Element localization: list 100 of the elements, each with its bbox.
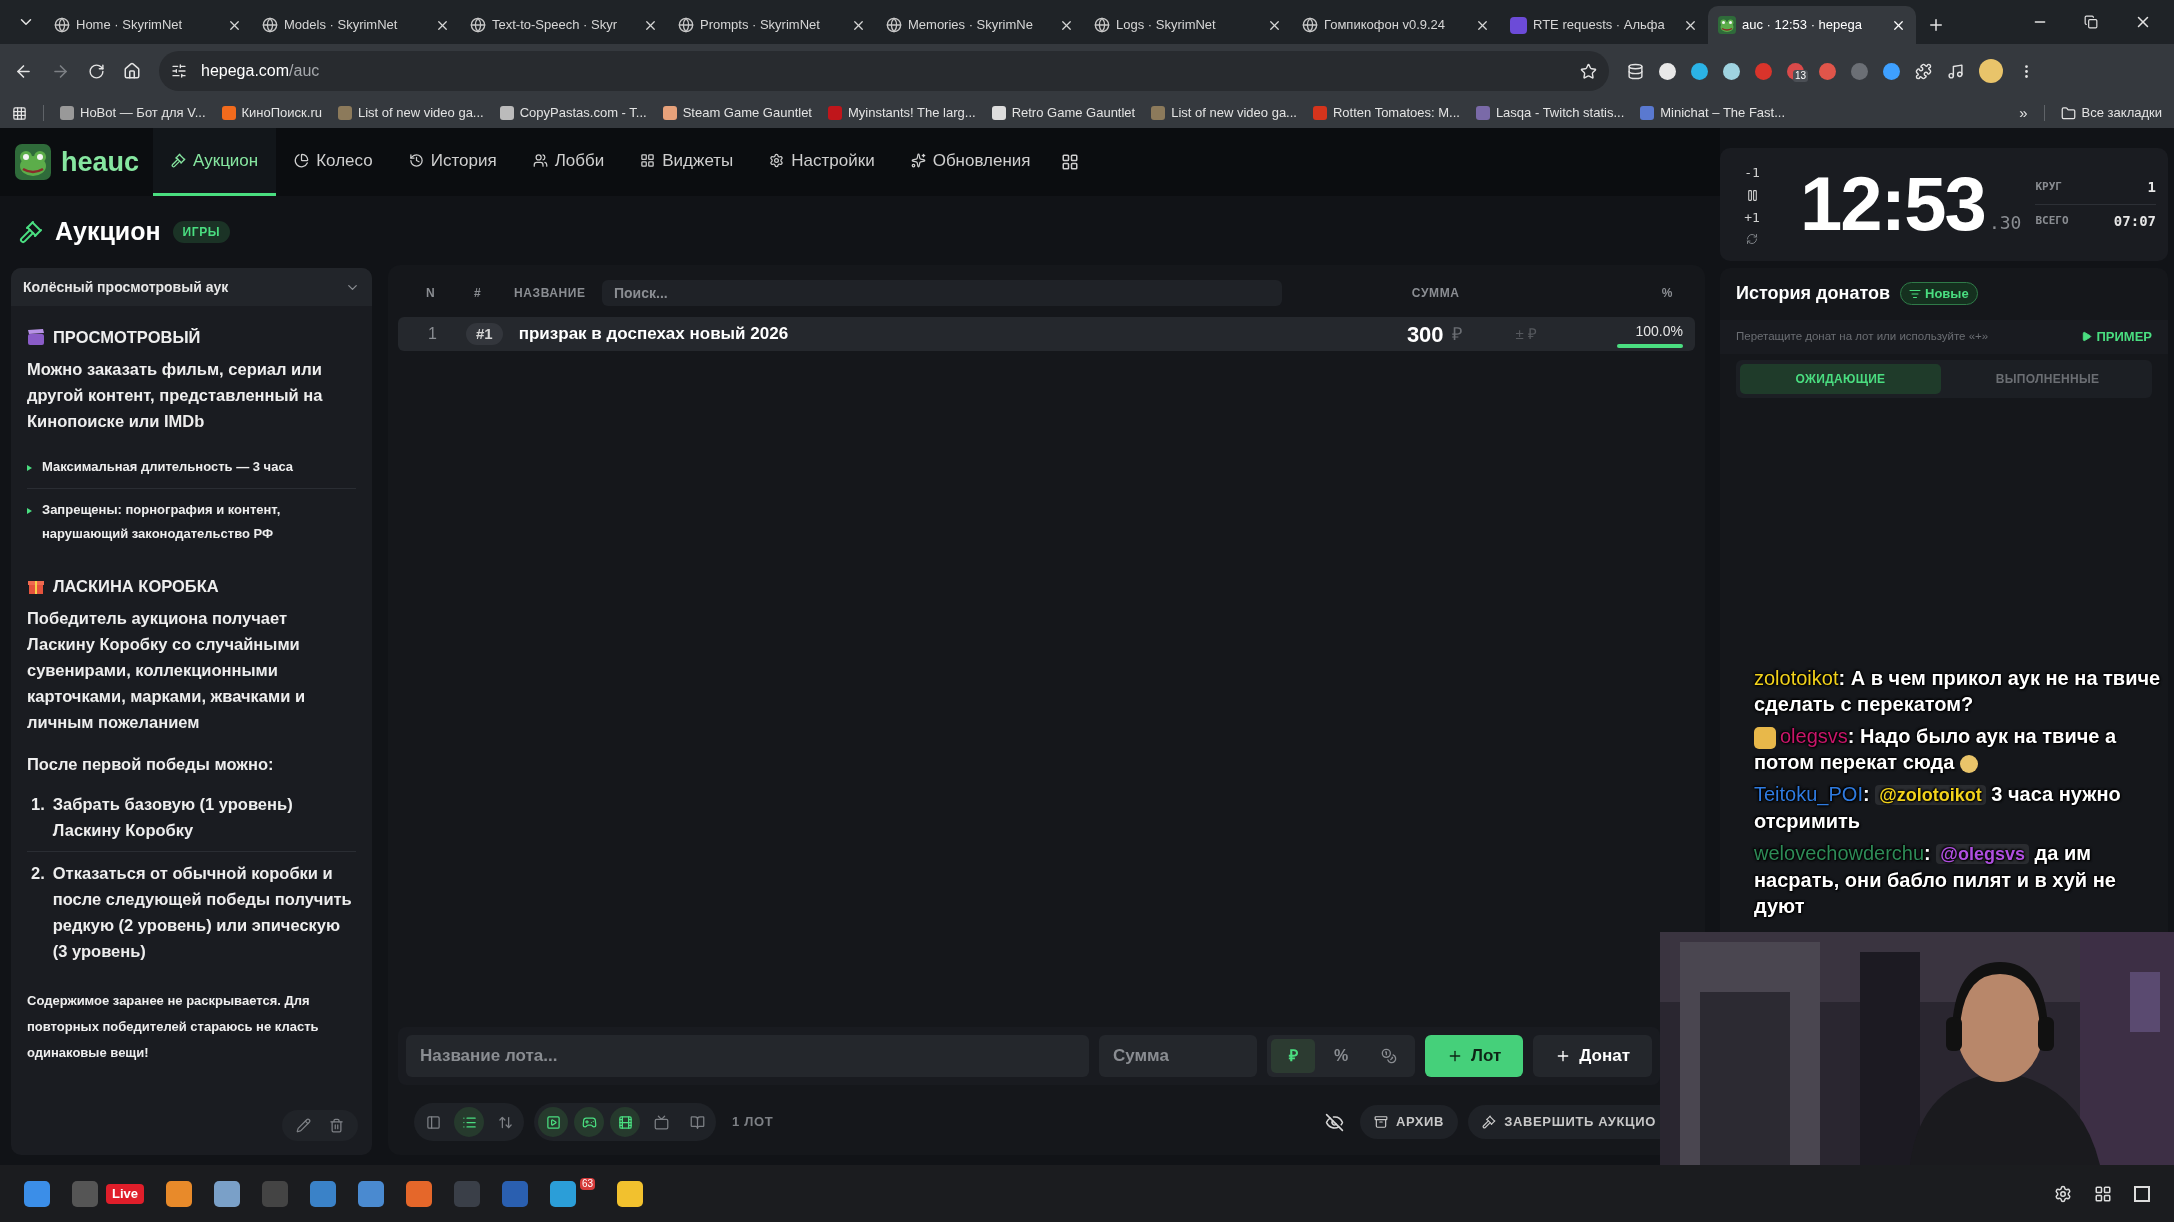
extension-icon[interactable] xyxy=(1723,62,1740,80)
nav-tab[interactable]: Виджеты xyxy=(622,128,752,196)
apps-icon[interactable] xyxy=(12,105,27,121)
browser-tab[interactable]: Prompts · SkyrimNet xyxy=(668,6,876,44)
film-icon[interactable] xyxy=(610,1107,640,1137)
address-bar[interactable]: hepega.com/auc xyxy=(159,51,1609,91)
lot-name-field[interactable]: Название лота... xyxy=(406,1035,1089,1077)
browser-tab[interactable]: Models · SkyrimNet xyxy=(252,6,460,44)
taskbar-app-icon[interactable] xyxy=(617,1180,644,1207)
home-icon[interactable] xyxy=(123,62,141,80)
timer-fraction: .30 xyxy=(1988,210,2022,235)
bookmark[interactable]: List of new video ga... xyxy=(1151,103,1297,123)
fullscreen-icon[interactable] xyxy=(2134,1185,2150,1202)
add-donation-button[interactable]: Донат xyxy=(1533,1035,1652,1077)
taskbar-app-icon[interactable] xyxy=(166,1180,192,1207)
more-bookmarks-button[interactable]: » xyxy=(2019,101,2028,125)
donations-hint: Перетащите донат на лот или используйте «+» xyxy=(1736,329,1989,345)
media-icon[interactable] xyxy=(1947,62,1964,80)
globe-icon xyxy=(470,17,486,33)
donations-title: История донатов xyxy=(1736,282,1891,306)
browser-tab[interactable]: Гомпикофон v0.9.24 xyxy=(1292,6,1500,44)
pause-icon[interactable] xyxy=(1745,188,1759,202)
taskbar-app-icon[interactable] xyxy=(358,1180,384,1207)
edit-icon[interactable] xyxy=(296,1118,311,1133)
extension-icon[interactable] xyxy=(1883,62,1900,80)
favicon-icon xyxy=(991,106,1006,120)
column-header: N xyxy=(425,285,437,302)
bookmark[interactable]: List of new video ga... xyxy=(337,103,484,123)
profile-avatar[interactable] xyxy=(1979,59,2003,83)
search-field[interactable]: Поиск... xyxy=(602,280,1282,306)
bookmark[interactable]: Steam Game Gauntlet xyxy=(662,103,812,123)
donations-tab[interactable]: ОЖИДАЮЩИЕ xyxy=(1740,363,1941,394)
grid-add-icon[interactable] xyxy=(1060,153,1079,171)
tab-title: Logs · SkyrimNet xyxy=(1116,16,1217,35)
minus-minute-button[interactable]: -1 xyxy=(1744,163,1760,183)
extensions-icon[interactable] xyxy=(1915,62,1932,80)
settings-icon[interactable] xyxy=(2054,1184,2072,1203)
example-button[interactable]: ПРИМЕР xyxy=(2081,326,2152,347)
folder-icon xyxy=(2060,105,2076,121)
stat-value: 07:07 xyxy=(2113,211,2156,231)
nav-tab[interactable]: Настройки xyxy=(751,128,893,196)
nav-tab[interactable]: Колесо xyxy=(276,128,391,196)
globe-icon xyxy=(1094,17,1110,33)
bookmark[interactable]: CopyPastas.com - T... xyxy=(499,103,647,123)
tab-title: Models · SkyrimNet xyxy=(284,16,399,35)
plus-minute-button[interactable]: +1 xyxy=(1744,207,1760,228)
layout-icon[interactable] xyxy=(2094,1184,2112,1203)
delete-icon[interactable] xyxy=(329,1118,344,1133)
sort-badge[interactable]: Новые xyxy=(1900,281,1978,306)
hide-icon[interactable] xyxy=(1324,1112,1344,1132)
preset-select[interactable]: Колёсный просмотровый аук xyxy=(11,268,372,306)
chat-message: olegsvs: Надо было аук на твиче а потом перекат сюда xyxy=(1754,724,2118,775)
finish-auction-button[interactable]: ЗАВЕРШИТЬ АУКЦИО xyxy=(1468,1105,1660,1139)
favicon-icon xyxy=(1151,106,1166,120)
reload-icon[interactable] xyxy=(88,62,105,80)
app-logo[interactable]: heauc xyxy=(61,141,140,183)
add-lot-button[interactable]: Лот xyxy=(1425,1035,1524,1077)
nav-tab[interactable]: Обновления xyxy=(892,128,1049,196)
extension-icon[interactable] xyxy=(1691,62,1708,80)
bookmark[interactable]: Minichat – The Fast... xyxy=(1640,103,1786,123)
browser-tab[interactable]: Home · SkyrimNet xyxy=(44,6,252,44)
browser-tab[interactable]: Memories · SkyrimNe xyxy=(876,6,1084,44)
lot-id: #1 xyxy=(466,322,503,346)
section-heading: ПРОСМОТРОВЫЙ xyxy=(53,327,201,348)
nav-tab[interactable]: История xyxy=(390,128,515,196)
reset-icon[interactable] xyxy=(1746,233,1758,246)
site-info-icon[interactable] xyxy=(171,63,187,79)
database-icon[interactable] xyxy=(1627,62,1644,80)
list-icon[interactable] xyxy=(454,1107,484,1137)
archive-button[interactable]: АРХИВ xyxy=(1359,1105,1459,1139)
bookmark-star-icon[interactable] xyxy=(1580,62,1597,80)
mode-button[interactable]: % xyxy=(1319,1039,1363,1073)
browser-tab[interactable]: Text-to-Speech · Skyr xyxy=(460,6,668,44)
gamepad-icon[interactable] xyxy=(574,1107,604,1137)
tab-title: Home · SkyrimNet xyxy=(76,16,184,35)
mode-button[interactable]: ₽ xyxy=(1271,1039,1315,1073)
taskbar-app-icon[interactable] xyxy=(406,1180,432,1207)
taskbar-app-icon[interactable] xyxy=(24,1180,50,1207)
nav-tab[interactable]: Лобби xyxy=(514,128,623,196)
taskbar-app-icon[interactable] xyxy=(550,1180,576,1207)
browser-tab[interactable]: Logs · SkyrimNet xyxy=(1084,6,1292,44)
taskbar-app-icon[interactable] xyxy=(310,1180,336,1207)
video-icon[interactable] xyxy=(538,1107,568,1137)
browser-tab[interactable]: auc · 12:53 · hepega xyxy=(1708,6,1916,44)
currency-sign: ₽ xyxy=(1451,322,1462,346)
nav-tab[interactable]: Аукцион xyxy=(153,128,277,196)
amount-field[interactable]: Сумма xyxy=(1099,1035,1257,1077)
browser-tab[interactable]: RTE requests · Альфа xyxy=(1500,6,1708,44)
extension-icon[interactable] xyxy=(1659,62,1676,80)
bookmark[interactable]: Myinstants! The larg... xyxy=(828,103,976,123)
bookmark[interactable]: КиноПоиск.ru xyxy=(221,103,322,123)
taskbar-app-icon[interactable] xyxy=(214,1180,240,1207)
bookmark[interactable]: HoBot — Бот для V... xyxy=(60,103,206,123)
bookmark[interactable]: Lasqa - Twitch statis... xyxy=(1475,103,1625,123)
lot-row[interactable]: 1 #1 призрак в доспехах новый 2026 300 ₽ ± ₽ 100.0% xyxy=(398,317,1695,351)
bookmark[interactable]: Rotten Tomatoes: M... xyxy=(1312,103,1460,123)
all-bookmarks-button[interactable]: Все закладки xyxy=(2060,103,2162,123)
bookmark[interactable]: Retro Game Gauntlet xyxy=(991,103,1136,123)
restore-icon[interactable] xyxy=(2084,15,2098,29)
new-tab-icon[interactable] xyxy=(1927,16,1945,34)
